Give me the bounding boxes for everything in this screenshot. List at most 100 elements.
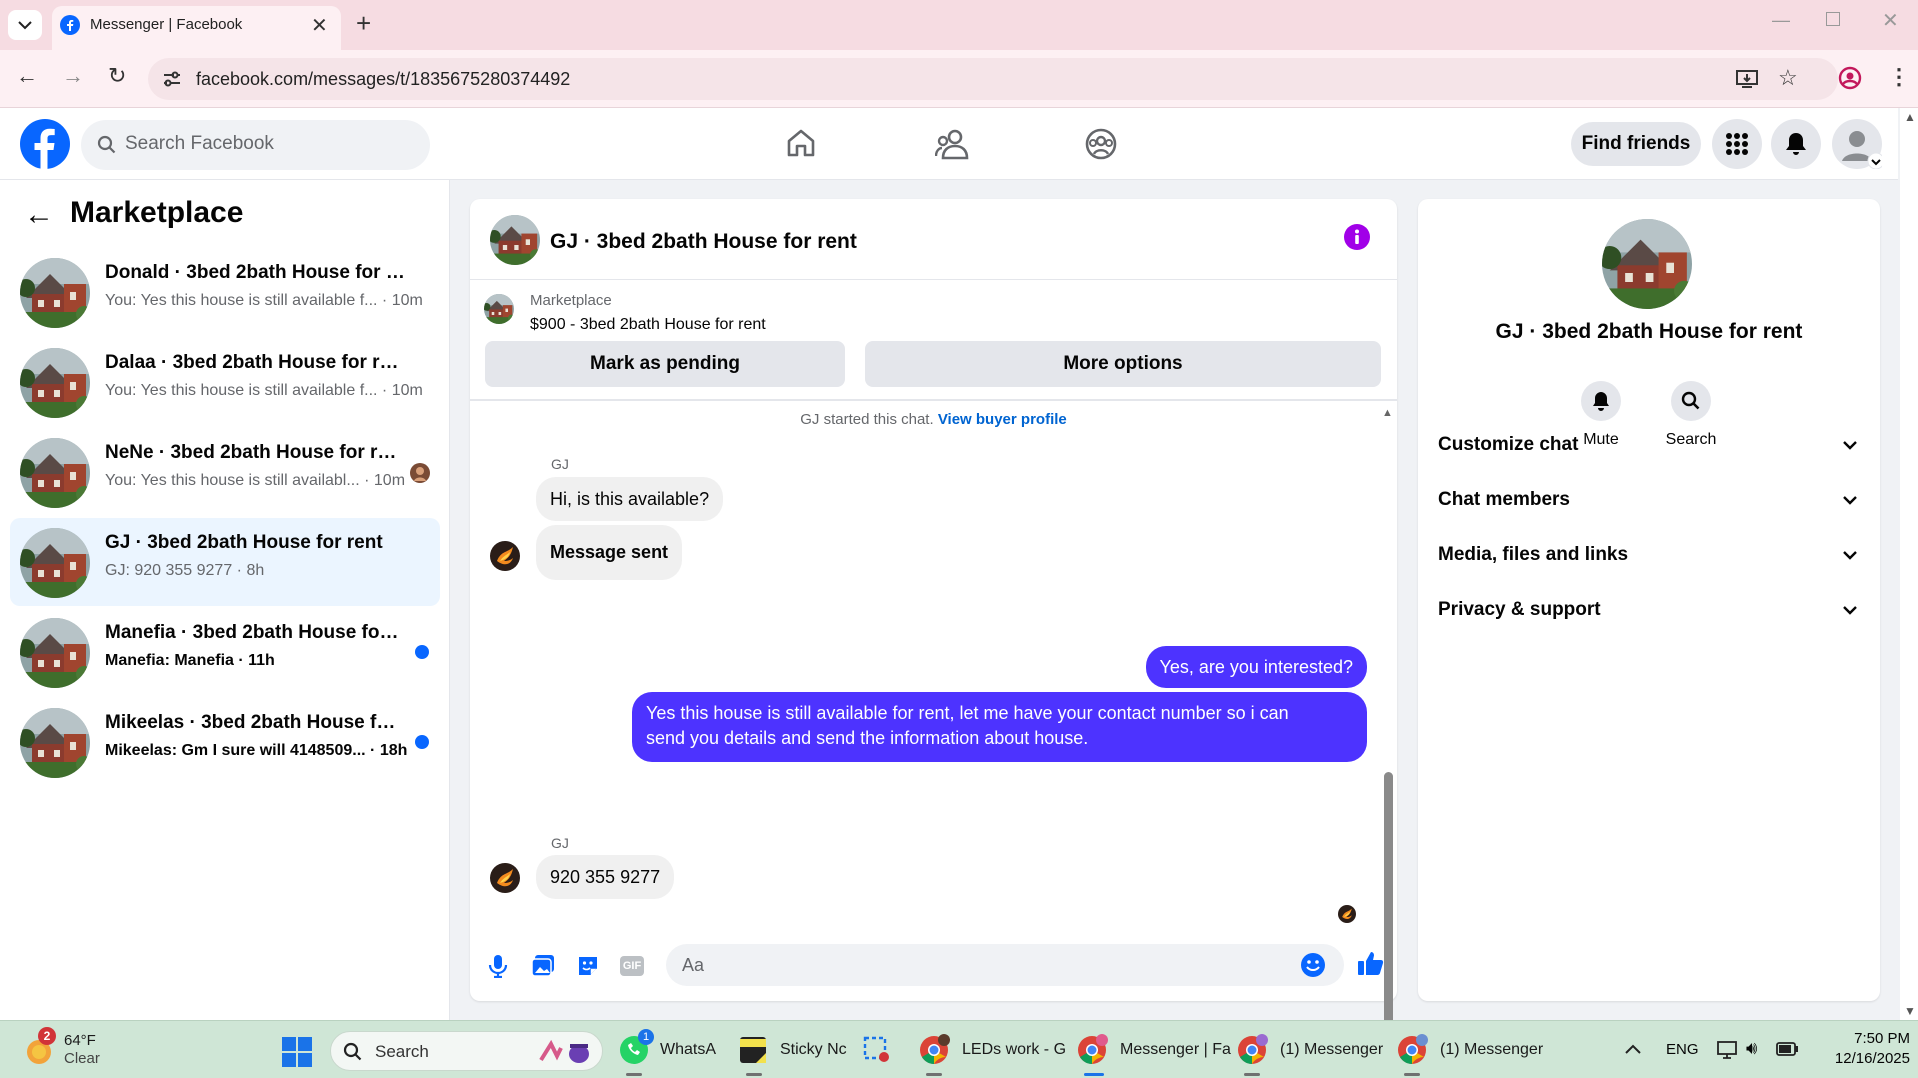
back-arrow-icon[interactable]: ←	[24, 198, 54, 232]
conversation-name: Mikeelas · 3bed 2bath House for...	[105, 712, 405, 733]
view-buyer-profile-link[interactable]: View buyer profile	[938, 411, 1067, 428]
gif-button[interactable]: GIF	[620, 956, 644, 976]
search-highlight-icon	[539, 1039, 589, 1063]
clock[interactable]: 7:50 PM 12/16/2025	[1810, 1029, 1910, 1069]
menu-button[interactable]	[1712, 119, 1762, 169]
chevron-down-icon	[1843, 441, 1857, 450]
mute-button[interactable]	[1581, 381, 1621, 421]
back-arrow-icon[interactable]: ←	[16, 63, 38, 89]
window-minimize-icon[interactable]: —	[1772, 10, 1790, 31]
forward-arrow-icon[interactable]: →	[62, 63, 84, 89]
tab-close-icon[interactable]: ✕	[311, 13, 328, 38]
user-avatar-icon	[1338, 905, 1356, 923]
details-avatar[interactable]	[1602, 219, 1692, 309]
info-icon[interactable]	[1344, 224, 1370, 250]
more-options-button[interactable]: More options	[865, 341, 1381, 387]
scroll-up-arrow-icon[interactable]: ▲	[1904, 110, 1916, 124]
details-section-chat-members[interactable]: Chat members	[1438, 480, 1858, 520]
friends-icon[interactable]	[935, 128, 969, 160]
sticker-icon[interactable]	[576, 954, 600, 978]
conversation-item[interactable]: GJ · 3bed 2bath House for rent GJ: 920 35…	[10, 518, 440, 606]
chat-details-panel: GJ · 3bed 2bath House for rent Mute Sear…	[1418, 199, 1880, 1001]
chat-title[interactable]: GJ · 3bed 2bath House for rent	[550, 230, 857, 254]
browser-tab-messenger[interactable]: Messenger | Facebook ✕	[52, 6, 341, 50]
conversation-item[interactable]: Manefia · 3bed 2bath House for ... Manefi…	[10, 608, 440, 696]
new-tab-icon[interactable]: +	[356, 8, 371, 39]
taskbar-app-chrome-messenger-3[interactable]: (1) Messenger	[1396, 1021, 1543, 1078]
house-photo-icon	[1602, 219, 1692, 309]
browser-menu-icon[interactable]: ⋮	[1888, 64, 1910, 90]
account-avatar[interactable]	[1832, 119, 1885, 170]
site-settings-icon[interactable]	[162, 70, 182, 88]
network-icon[interactable]	[1716, 1040, 1738, 1060]
conversation-time: 10m	[373, 472, 406, 489]
battery-icon[interactable]	[1776, 1042, 1798, 1056]
bookmark-star-icon[interactable]: ☆	[1778, 65, 1798, 91]
conversation-item[interactable]: Dalaa · 3bed 2bath House for rent You: Ye…	[10, 338, 440, 426]
chat-scrollbar[interactable]: ▲ ▼	[1382, 407, 1394, 1078]
groups-icon[interactable]	[1085, 128, 1117, 160]
sender-avatar[interactable]	[490, 541, 520, 576]
house-photo-icon	[490, 215, 540, 265]
taskbar-app-chrome-messenger[interactable]: Messenger | Fa	[1076, 1021, 1231, 1078]
profile-icon[interactable]	[1838, 66, 1862, 90]
reload-icon[interactable]: ↻	[108, 63, 126, 89]
conversation-preview: You: Yes this house is still available f…	[105, 292, 423, 309]
message-input[interactable]: Aa	[666, 944, 1344, 986]
running-indicator	[1244, 1073, 1260, 1076]
search-in-chat-button[interactable]	[1671, 381, 1711, 421]
notifications-button[interactable]	[1771, 119, 1821, 169]
facebook-search-bar[interactable]: Search Facebook	[81, 120, 430, 170]
window-close-icon[interactable]: ✕	[1882, 8, 1899, 33]
details-section-media-files-and-links[interactable]: Media, files and links	[1438, 535, 1858, 575]
conversation-item[interactable]: Mikeelas · 3bed 2bath House for... Mikeel…	[10, 698, 440, 786]
address-bar[interactable]: facebook.com/messages/t/1835675280374492…	[148, 58, 1838, 100]
weather-widget[interactable]: 2 64°F Clear	[22, 1021, 100, 1078]
language-indicator[interactable]: ENG	[1666, 1041, 1699, 1058]
tab-search-button[interactable]	[8, 10, 42, 40]
outgoing-message[interactable]: Yes this house is still available for re…	[632, 692, 1367, 762]
volume-icon[interactable]: 🔊︎	[1746, 1038, 1757, 1059]
details-section-label: Chat members	[1438, 489, 1570, 510]
house-photo-icon	[20, 618, 90, 688]
conversation-item[interactable]: Donald · 3bed 2bath House for rent You: Y…	[10, 248, 440, 336]
taskbar-app-sticky-notes[interactable]: Sticky Nc	[738, 1021, 847, 1078]
listing-summary[interactable]: $900 - 3bed 2bath House for rent	[530, 316, 766, 334]
taskbar-app-chrome-messenger-2[interactable]: (1) Messenger	[1236, 1021, 1383, 1078]
details-section-customize-chat[interactable]: Customize chat	[1438, 425, 1858, 465]
running-indicator	[1404, 1073, 1420, 1076]
page-scrollbar[interactable]	[1900, 108, 1918, 1020]
sender-avatar[interactable]	[490, 863, 520, 898]
chevron-up-icon[interactable]	[1624, 1043, 1642, 1055]
message-text: 920 355 9277	[550, 866, 661, 887]
snipping-tool-icon[interactable]	[862, 1035, 892, 1065]
photo-icon[interactable]	[531, 954, 555, 978]
thumbs-up-icon[interactable]	[1357, 949, 1385, 977]
windows-start-icon[interactable]	[282, 1037, 312, 1067]
mark-as-pending-button[interactable]: Mark as pending	[485, 341, 845, 387]
taskbar-app-label: Sticky Nc	[780, 1041, 847, 1058]
home-icon[interactable]	[785, 127, 817, 159]
window-restore-icon[interactable]	[1826, 12, 1840, 26]
taskbar-search[interactable]: Search	[330, 1031, 603, 1071]
chat-header-avatar[interactable]	[490, 215, 540, 265]
find-friends-button[interactable]: Find friends	[1571, 122, 1701, 166]
taskbar-app-whatsapp[interactable]: 1 WhatsA	[618, 1021, 716, 1078]
scroll-up-arrow-icon[interactable]: ▲	[1382, 407, 1393, 419]
listing-thumbnail[interactable]	[484, 294, 514, 324]
chevron-down-icon	[1843, 496, 1857, 505]
incoming-message[interactable]: 920 355 9277	[536, 855, 675, 899]
outgoing-message[interactable]: Yes, are you interested?	[1145, 646, 1367, 688]
taskbar-app-chrome-leds[interactable]: LEDs work - G	[918, 1021, 1066, 1078]
conversation-list-panel: ← Marketplace Donald · 3bed 2bath House …	[0, 180, 450, 1020]
incoming-message[interactable]: Hi, is this available?	[536, 477, 724, 521]
microphone-icon[interactable]	[487, 954, 509, 978]
scroll-down-arrow-icon[interactable]: ▼	[1904, 1004, 1916, 1018]
details-section-privacy-support[interactable]: Privacy & support	[1438, 590, 1858, 630]
facebook-logo[interactable]	[20, 119, 70, 169]
search-placeholder: Search Facebook	[125, 133, 274, 154]
emoji-icon[interactable]	[1300, 952, 1326, 978]
conversation-item[interactable]: NeNe · 3bed 2bath House for rent You: Yes…	[10, 428, 440, 516]
install-app-icon[interactable]	[1736, 69, 1758, 89]
incoming-message[interactable]: Message sent	[536, 525, 683, 580]
